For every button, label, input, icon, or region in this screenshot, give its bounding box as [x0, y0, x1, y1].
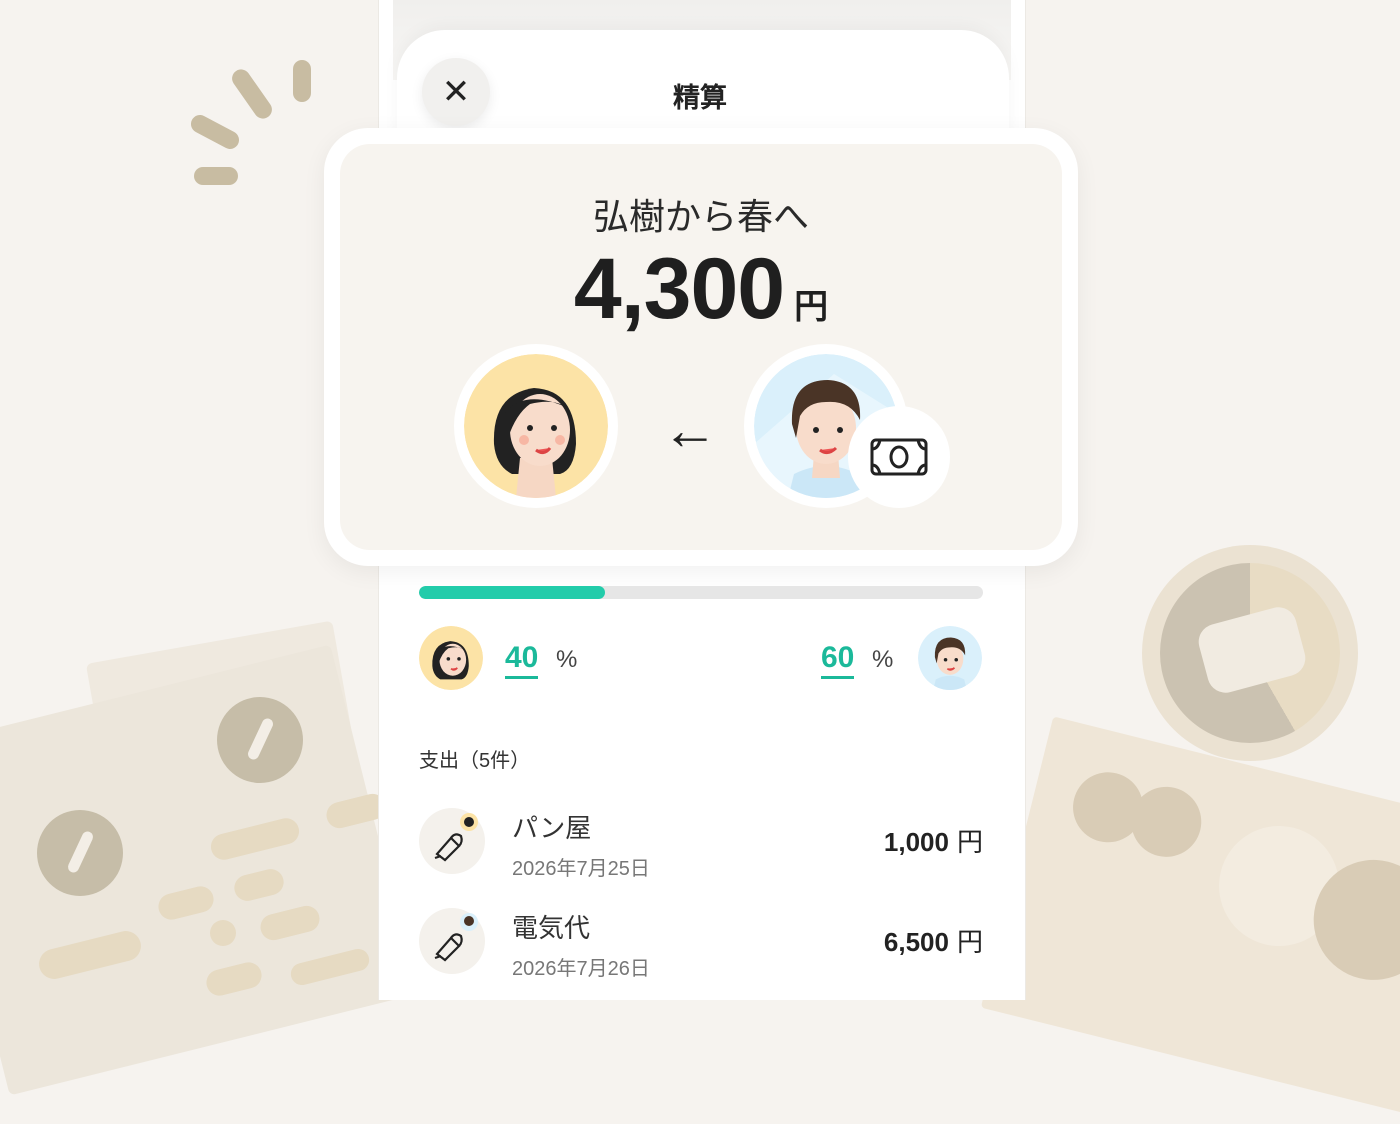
woman-avatar-icon — [419, 626, 483, 690]
pen-icon — [419, 908, 485, 974]
expense-amount-value: 6,500 — [883, 927, 949, 957]
decor-spark — [293, 60, 311, 102]
decor-bar — [210, 920, 236, 946]
expense-item[interactable]: 電気代 2026年7月26日 6,500 円 — [419, 908, 983, 980]
split-ratio-bar — [419, 586, 983, 599]
expense-name: 電気代 — [512, 913, 591, 943]
expense-date: 2026年7月26日 — [512, 958, 650, 980]
decor-spark — [187, 111, 243, 153]
expense-name: パン屋 — [512, 813, 592, 843]
settlement-card: 弘樹から春へ 4,300 円 ← — [324, 128, 1078, 566]
decor-spark — [194, 167, 238, 185]
currency-unit: 円 — [794, 288, 829, 326]
settlement-amount-row: 4,300 円 — [340, 240, 1062, 339]
decor-big-coin — [1142, 545, 1358, 761]
woman-avatar-icon — [464, 354, 608, 498]
percent-sign: % — [556, 646, 578, 673]
expense-item[interactable]: パン屋 2026年7月25日 1,000 円 — [419, 808, 983, 880]
decor-coin — [37, 810, 123, 896]
expense-date: 2026年7月25日 — [512, 858, 650, 880]
decor-spark — [228, 65, 276, 123]
split-ratio-fill — [419, 586, 606, 599]
settlement-direction: 弘樹から春へ — [592, 196, 809, 237]
decor-banknote — [980, 716, 1400, 1124]
percent-sign: % — [872, 646, 894, 673]
expense-currency: 円 — [956, 927, 983, 957]
man-avatar-icon — [918, 626, 982, 690]
close-button[interactable]: ✕ — [422, 58, 490, 126]
settlement-card-inner: 弘樹から春へ 4,300 円 ← — [340, 144, 1062, 550]
transfer-arrow: ← — [662, 398, 718, 461]
decor-coin — [217, 697, 303, 783]
expense-amount: 6,500 円 — [884, 922, 983, 959]
expenses-header: 支出（5件） — [419, 750, 531, 772]
page-title: 精算 — [673, 83, 727, 113]
left-percent-input[interactable]: 40 — [505, 640, 539, 679]
expense-amount-value: 1,000 — [883, 827, 949, 857]
pen-icon — [419, 808, 485, 874]
expense-currency: 円 — [956, 827, 983, 857]
close-icon: ✕ — [441, 73, 471, 111]
settlement-amount: 4,300 — [573, 241, 785, 337]
banknote-icon — [848, 406, 950, 508]
receiver-avatar — [454, 344, 618, 508]
expense-amount: 1,000 円 — [884, 822, 983, 859]
right-percent-input[interactable]: 60 — [821, 640, 855, 679]
